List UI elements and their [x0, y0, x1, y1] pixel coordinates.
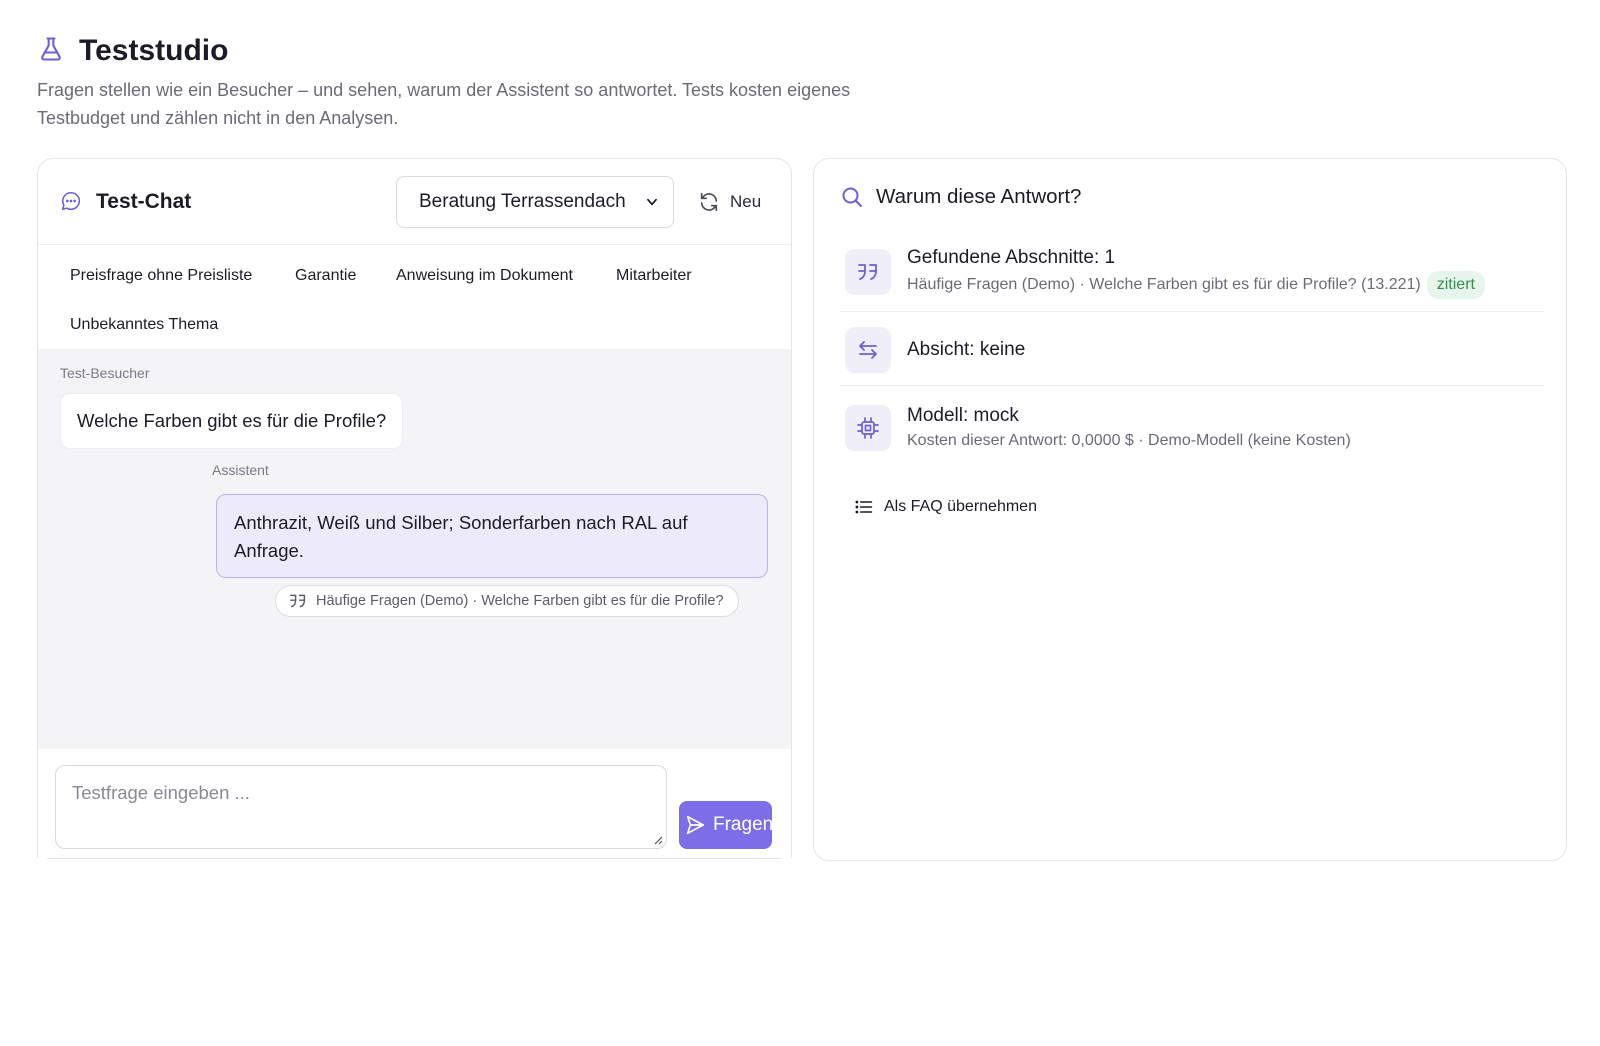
sections-source-text: Häufige Fragen (Demo) · Welche Farben gi… — [907, 276, 1421, 293]
chip-mitarbeiter[interactable]: Mitarbeiter — [596, 261, 712, 291]
citation-text: Häufige Fragen (Demo) · Welche Farben gi… — [316, 593, 724, 609]
new-chat-label: Neu — [730, 192, 762, 211]
sections-text: Gefundene Abschnitte: 1 Häufige Fragen (… — [907, 245, 1485, 299]
citation-pill[interactable]: Häufige Fragen (Demo) · Welche Farben gi… — [275, 585, 739, 617]
model-cost: Kosten dieser Antwort: 0,0000 $ · Demo-M… — [907, 432, 1351, 449]
chevron-down-icon — [647, 198, 657, 206]
sections-source: Häufige Fragen (Demo) · Welche Farben gi… — [907, 271, 1485, 299]
test-chat-panel: Test-Chat Beratung Terrassendach Neu Pre… — [37, 158, 792, 858]
page-subtitle: Fragen stellen wie ein Besucher – und se… — [37, 80, 851, 128]
chat-bubble-icon — [60, 186, 96, 217]
intent-title: Absicht: keine — [907, 339, 1026, 360]
scenario-selected-value: Beratung Terrassendach — [419, 191, 626, 212]
ask-button-label: Fragen — [713, 814, 772, 835]
cited-badge: zitiert — [1426, 271, 1485, 299]
explanation-header: Warum diese Antwort? — [840, 185, 1081, 209]
divider — [840, 311, 1544, 312]
question-input[interactable] — [56, 766, 666, 848]
send-icon — [686, 815, 705, 835]
question-input-wrapper — [55, 765, 667, 849]
user-message: Welche Farben gibt es für die Profile? — [60, 393, 404, 449]
chat-header: Test-Chat Beratung Terrassendach Neu — [38, 159, 791, 245]
model-text: Modell: mock Kosten dieser Antwort: 0,00… — [907, 403, 1351, 453]
model-row: Modell: mock Kosten dieser Antwort: 0,00… — [840, 403, 1544, 453]
title-row: Teststudio — [37, 30, 937, 72]
new-chat-button[interactable]: Neu — [698, 185, 761, 219]
sections-title: Gefundene Abschnitte: 1 — [907, 247, 1116, 268]
scenario-select[interactable]: Beratung Terrassendach — [396, 176, 674, 228]
flask-icon — [37, 35, 65, 68]
swap-arrows-icon — [859, 341, 877, 359]
refresh-icon — [700, 192, 718, 212]
composer: Fragen — [38, 749, 791, 858]
model-title: Modell: mock — [907, 405, 1019, 426]
ask-button[interactable]: Fragen — [679, 801, 772, 849]
explanation-title: Warum diese Antwort? — [876, 185, 1082, 208]
resize-handle-icon[interactable] — [653, 835, 663, 845]
conversation-area: Test-Besucher Welche Farben gibt es für … — [38, 349, 791, 749]
quick-prompt-chips: Preisfrage ohne Preisliste Garantie Anwe… — [38, 245, 791, 345]
assistant-sender-label: Assistent — [212, 462, 269, 478]
divider — [840, 385, 1544, 386]
page-header: Teststudio Fragen stellen wie ein Besuch… — [37, 30, 937, 132]
chip-preisfrage[interactable]: Preisfrage ohne Preisliste — [50, 261, 272, 291]
adopt-as-faq-label: Als FAQ übernehmen — [884, 498, 1037, 515]
sections-icon-box — [845, 249, 891, 295]
intent-icon-box — [845, 327, 891, 373]
quote-icon — [858, 264, 877, 280]
intent-text: Absicht: keine — [907, 337, 1025, 363]
search-icon — [842, 187, 862, 207]
intent-row: Absicht: keine — [840, 327, 1544, 373]
chat-panel-bottom-border — [47, 858, 781, 859]
chip-icon — [857, 417, 879, 439]
explanation-panel: Warum diese Antwort? Gefundene Abschnitt… — [813, 158, 1567, 861]
adopt-as-faq-button[interactable]: Als FAQ übernehmen — [854, 497, 1037, 517]
chip-anweisung[interactable]: Anweisung im Dokument — [376, 261, 593, 291]
quote-icon — [290, 594, 306, 608]
found-sections-row: Gefundene Abschnitte: 1 Häufige Fragen (… — [840, 245, 1544, 299]
chat-title: Test-Chat — [96, 189, 192, 213]
assistant-message: Anthrazit, Weiß und Silber; Sonderfarben… — [216, 494, 768, 578]
chip-unbekannt[interactable]: Unbekanntes Thema — [50, 310, 238, 340]
list-icon — [855, 500, 873, 514]
user-sender-label: Test-Besucher — [60, 365, 150, 381]
page-title: Teststudio — [79, 34, 229, 67]
chip-garantie[interactable]: Garantie — [275, 261, 376, 291]
model-icon-box — [845, 405, 891, 451]
